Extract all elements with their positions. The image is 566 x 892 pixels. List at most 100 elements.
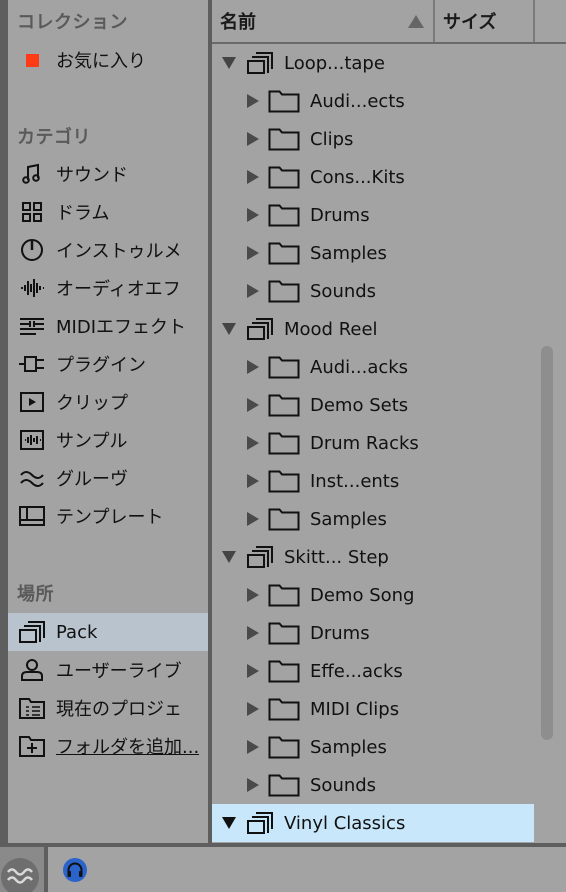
sidebar-item-place[interactable]: 現在のプロジェ	[8, 689, 208, 727]
folder-row[interactable]: Drums	[212, 614, 534, 652]
category-label: オーディオエフ	[56, 279, 181, 300]
row-label: MIDI Clips	[310, 698, 400, 720]
category-label: サウンド	[56, 165, 128, 186]
plug-icon	[17, 350, 47, 378]
folder-row[interactable]: Samples	[212, 500, 534, 538]
pack-icon	[244, 51, 276, 75]
folder-icon	[268, 202, 300, 228]
expand-triangle-icon[interactable]	[244, 510, 262, 528]
folder-icon	[268, 240, 300, 266]
sidebar-item-category[interactable]: クリップ	[8, 383, 208, 421]
sidebar-item-category[interactable]: サウンド	[8, 155, 208, 193]
folder-row[interactable]: Effe...acks	[212, 652, 534, 690]
column-header: 名前 サイズ	[212, 0, 566, 44]
sidebar-item-category[interactable]: テンプレート	[8, 497, 208, 535]
extra-column-header[interactable]	[533, 0, 566, 42]
sidebar-item-favorites[interactable]: お気に入り	[8, 41, 208, 79]
folder-icon	[268, 164, 300, 190]
place-label: 現在のプロジェ	[56, 699, 182, 720]
folder-icon	[268, 392, 300, 418]
sidebar-item-category[interactable]: オーディオエフ	[8, 269, 208, 307]
pack-row[interactable]: Vinyl Classics	[212, 804, 534, 842]
expand-triangle-icon[interactable]	[244, 92, 262, 110]
sidebar-item-place[interactable]: フォルダを追加...	[8, 727, 208, 765]
expand-triangle-icon[interactable]	[244, 662, 262, 680]
sidebar-item-place[interactable]: Pack	[8, 613, 208, 651]
collapse-triangle-icon[interactable]	[220, 548, 238, 566]
pack-row[interactable]: Loop...tape	[212, 44, 534, 82]
folder-row[interactable]: Samples	[212, 728, 534, 766]
sidebar-item-category[interactable]: プラグイン	[8, 345, 208, 383]
sort-ascending-icon[interactable]	[408, 15, 424, 28]
vertical-scrollbar[interactable]	[541, 346, 553, 740]
place-label: フォルダを追加...	[56, 737, 200, 758]
collapse-triangle-icon[interactable]	[220, 814, 238, 832]
expand-triangle-icon[interactable]	[244, 586, 262, 604]
category-label: クリップ	[56, 393, 128, 414]
folder-row[interactable]: Drum Racks	[212, 424, 534, 462]
folder-row[interactable]: Audi...acks	[212, 348, 534, 386]
expand-triangle-icon[interactable]	[244, 700, 262, 718]
place-label: Pack	[56, 621, 98, 643]
folder-row[interactable]: Demo Song	[212, 576, 534, 614]
row-label: Cons...Kits	[310, 166, 405, 188]
expand-triangle-icon[interactable]	[244, 776, 262, 794]
expand-triangle-icon[interactable]	[244, 472, 262, 490]
sidebar-item-category[interactable]: MIDIエフェクト	[8, 307, 208, 345]
row-label: Mood Reel	[284, 318, 378, 340]
row-label: Samples	[310, 242, 387, 264]
row-label: Vinyl Classics	[284, 812, 406, 834]
collapse-triangle-icon[interactable]	[220, 320, 238, 338]
pack-icon	[244, 545, 276, 569]
sidebar-item-place[interactable]: ユーザーライブ	[8, 651, 208, 689]
folder-row[interactable]: Samples	[212, 234, 534, 272]
folder-row[interactable]: MIDI Clips	[212, 690, 534, 728]
folder-row[interactable]: Audi...ects	[212, 82, 534, 120]
sidebar-item-category[interactable]: インストゥルメ	[8, 231, 208, 269]
row-label: Effe...acks	[310, 660, 403, 682]
folder-row[interactable]: Cons...Kits	[212, 158, 534, 196]
browser-content: 名前 サイズ Loop...tape Audi...ects Clips Cons..…	[212, 0, 566, 843]
project-folder-icon	[17, 694, 47, 722]
sidebar-item-category[interactable]: ドラム	[8, 193, 208, 231]
drum-grid-icon	[17, 198, 47, 226]
folder-icon	[268, 620, 300, 646]
folder-row[interactable]: Sounds	[212, 766, 534, 804]
sidebar-item-category[interactable]: サンプル	[8, 421, 208, 459]
row-label: Audi...ects	[310, 90, 405, 112]
folder-icon	[268, 354, 300, 380]
groove-toggle-button[interactable]	[0, 847, 44, 892]
folder-icon	[268, 506, 300, 532]
collapse-triangle-icon[interactable]	[220, 54, 238, 72]
folder-row[interactable]: Sounds	[212, 272, 534, 310]
expand-triangle-icon[interactable]	[244, 396, 262, 414]
row-label: Sounds	[310, 774, 377, 796]
folder-row[interactable]: Inst...ents	[212, 462, 534, 500]
folder-icon	[268, 278, 300, 304]
folder-icon	[268, 468, 300, 494]
expand-triangle-icon[interactable]	[244, 282, 262, 300]
expand-triangle-icon[interactable]	[244, 738, 262, 756]
expand-triangle-icon[interactable]	[244, 358, 262, 376]
folder-row[interactable]: Demo Sets	[212, 386, 534, 424]
size-column-header[interactable]: サイズ	[433, 0, 533, 42]
expand-triangle-icon[interactable]	[244, 434, 262, 452]
row-label: Drums	[310, 204, 370, 226]
pack-row[interactable]: Mood Reel	[212, 310, 534, 348]
category-label: プラグイン	[56, 355, 146, 376]
expand-triangle-icon[interactable]	[244, 206, 262, 224]
sidebar-item-category[interactable]: グルーヴ	[8, 459, 208, 497]
pack-row[interactable]: Skitt... Step	[212, 538, 534, 576]
expand-triangle-icon[interactable]	[244, 130, 262, 148]
expand-triangle-icon[interactable]	[244, 244, 262, 262]
expand-triangle-icon[interactable]	[244, 168, 262, 186]
row-label: Drums	[310, 622, 370, 644]
folder-row[interactable]: Clips	[212, 120, 534, 158]
expand-triangle-icon[interactable]	[244, 624, 262, 642]
favorites-label: お気に入り	[56, 51, 146, 72]
browser-sidebar: コレクション お気に入り カテゴリ サウンド ドラム インストゥルメ オーディオエフ M…	[8, 0, 208, 843]
headphones-icon[interactable]	[62, 857, 88, 883]
category-label: テンプレート	[56, 507, 164, 528]
name-column-header[interactable]: 名前	[212, 0, 433, 42]
folder-row[interactable]: Drums	[212, 196, 534, 234]
